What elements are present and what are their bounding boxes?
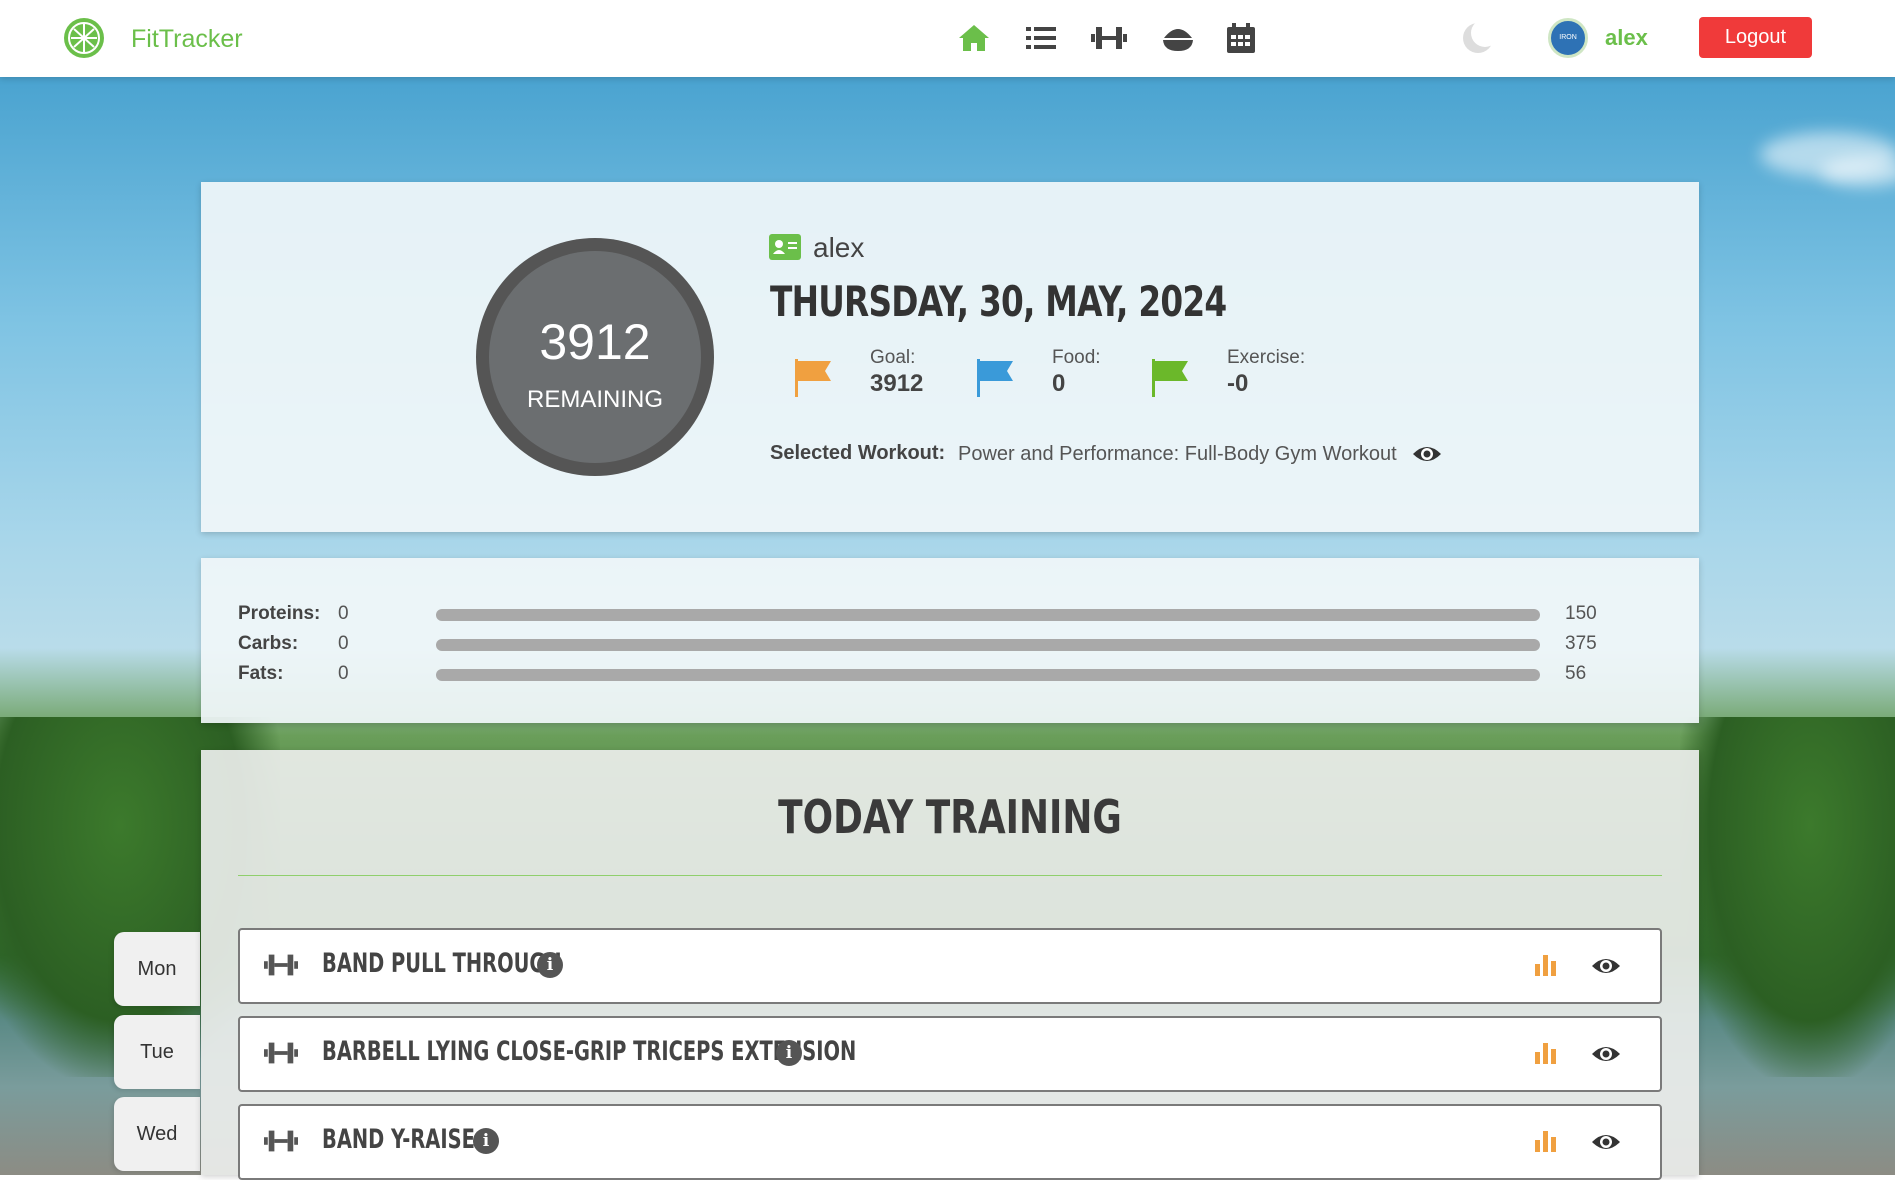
dumbbell-icon xyxy=(1091,27,1127,49)
macros-panel: Proteins: 0 150 Carbs: 0 375 Fats: 0 56 xyxy=(201,558,1699,723)
day-tab-wed[interactable]: Wed xyxy=(114,1097,200,1171)
view-workout-eye-icon[interactable] xyxy=(1411,438,1443,470)
nav-workouts[interactable] xyxy=(1091,20,1127,56)
exercise-row[interactable]: BARBELL LYING CLOSE-GRIP TRICEPS EXTENSI… xyxy=(238,1016,1662,1092)
exercise-name: BAND PULL THROUGH xyxy=(322,948,562,979)
dark-mode-toggle-icon[interactable] xyxy=(1460,20,1496,56)
day-tab-mon[interactable]: Mon xyxy=(114,932,200,1006)
selected-workout-value: Power and Performance: Full-Body Gym Wor… xyxy=(958,443,1397,465)
brand-name[interactable]: FitTracker xyxy=(131,25,243,54)
today-training-panel: TODAY TRAINING BAND PULL THROUGH i BARBE… xyxy=(201,750,1699,1180)
food-label: Food: xyxy=(1052,347,1101,368)
nav-home[interactable] xyxy=(956,20,992,56)
goal-label: Goal: xyxy=(870,347,916,368)
nav-food[interactable] xyxy=(1160,20,1196,56)
nav-calendar[interactable] xyxy=(1223,20,1259,56)
exercise-flag-icon xyxy=(1152,359,1188,397)
remaining-calories-label: REMAINING xyxy=(526,386,663,413)
info-icon[interactable]: i xyxy=(537,952,563,978)
training-title: TODAY TRAINING xyxy=(778,790,1122,844)
macro-max: 150 xyxy=(1565,603,1597,624)
macro-row-carbs: Carbs: 0 375 xyxy=(238,631,1638,657)
dumbbell-icon xyxy=(264,1042,298,1064)
goal-value: 3912 xyxy=(870,370,924,397)
profile-card-icon xyxy=(769,234,801,260)
nav-list[interactable] xyxy=(1023,20,1059,56)
macro-progress-bar xyxy=(436,609,1540,621)
remaining-calories-value: 3912 xyxy=(539,314,651,370)
home-icon xyxy=(959,25,989,51)
food-flag-icon xyxy=(977,359,1013,397)
calorie-summary-panel: 3912 REMAINING alex THURSDAY, 30, MAY, 2… xyxy=(201,182,1699,532)
header-username[interactable]: alex xyxy=(1605,25,1648,51)
bar-chart-icon[interactable] xyxy=(1533,952,1559,978)
logout-button[interactable]: Logout xyxy=(1699,17,1812,58)
info-icon[interactable]: i xyxy=(473,1128,499,1154)
food-bowl-icon xyxy=(1163,29,1193,51)
macro-name: Proteins: xyxy=(238,603,321,624)
dumbbell-icon xyxy=(264,1130,298,1152)
eye-icon[interactable] xyxy=(1590,950,1622,982)
top-navbar: FitTracker IRON alex Logout xyxy=(0,0,1895,77)
macro-name: Fats: xyxy=(238,663,284,684)
info-icon[interactable]: i xyxy=(776,1040,802,1066)
divider xyxy=(238,875,1662,876)
macro-value: 0 xyxy=(338,603,349,624)
macro-value: 0 xyxy=(338,663,349,684)
selected-workout-label: Selected Workout: xyxy=(770,442,946,464)
exercise-name: BAND Y-RAISE xyxy=(322,1124,475,1155)
macro-value: 0 xyxy=(338,633,349,654)
bar-chart-icon[interactable] xyxy=(1533,1040,1559,1066)
macro-row-fats: Fats: 0 56 xyxy=(238,661,1638,687)
current-date: THURSDAY, 30, MAY, 2024 xyxy=(770,277,1227,326)
exercise-row[interactable]: BAND Y-RAISE i xyxy=(238,1104,1662,1180)
macro-max: 375 xyxy=(1565,633,1597,654)
macro-name: Carbs: xyxy=(238,633,299,654)
exercise-value: -0 xyxy=(1227,370,1249,397)
list-icon xyxy=(1026,27,1056,49)
exercise-row[interactable]: BAND PULL THROUGH i xyxy=(238,928,1662,1004)
macro-row-proteins: Proteins: 0 150 xyxy=(238,601,1638,627)
profile-name: alex xyxy=(813,232,865,263)
dumbbell-icon xyxy=(264,954,298,976)
remaining-calories-ring: 3912 REMAINING xyxy=(476,238,714,476)
avatar-text: IRON xyxy=(1559,34,1577,41)
eye-icon[interactable] xyxy=(1590,1038,1622,1070)
macro-progress-bar xyxy=(436,639,1540,651)
exercise-label: Exercise: xyxy=(1227,347,1306,368)
goal-flag-icon xyxy=(795,359,831,397)
food-value: 0 xyxy=(1052,370,1066,397)
day-tab-tue[interactable]: Tue xyxy=(114,1015,200,1089)
macro-progress-bar xyxy=(436,669,1540,681)
bar-chart-icon[interactable] xyxy=(1533,1128,1559,1154)
macro-max: 56 xyxy=(1565,663,1587,684)
calendar-icon xyxy=(1227,23,1255,53)
fittracker-logo[interactable] xyxy=(62,16,106,60)
eye-icon[interactable] xyxy=(1590,1126,1622,1158)
avatar[interactable]: IRON xyxy=(1548,18,1588,58)
